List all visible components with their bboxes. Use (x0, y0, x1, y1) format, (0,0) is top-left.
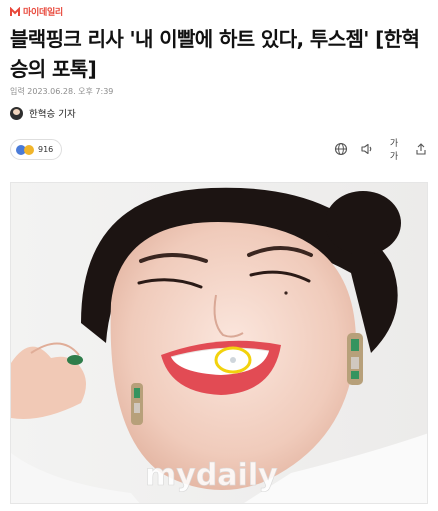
lisa-photo: mydaily (11, 183, 427, 503)
article-photo[interactable]: mydaily (10, 182, 428, 504)
speaker-icon[interactable] (360, 142, 374, 156)
press-logo[interactable]: 마이데일리 (10, 5, 63, 18)
reporter-avatar (10, 106, 23, 120)
font-size-button[interactable]: 가가 (386, 139, 402, 162)
globe-icon[interactable] (334, 142, 348, 156)
share-icon[interactable] (414, 142, 428, 156)
reporter-info[interactable]: 한혁승 기자 (10, 106, 76, 120)
article-toolbar: 가가 (334, 139, 428, 162)
reaction-button[interactable]: 916 (10, 139, 63, 160)
reporter-name: 한혁승 기자 (29, 109, 76, 120)
mydaily-logo-icon (10, 6, 20, 16)
laugh-emoji-icon (24, 144, 34, 155)
reaction-emojis (16, 144, 34, 155)
photo-watermark: mydaily (145, 458, 278, 493)
reaction-count: 916 (38, 145, 54, 154)
article-headline: 블랙핑크 리사 '내 이빨에 하트 있다, 투스젬' [한혁승의 포톡] (10, 27, 420, 81)
press-name: 마이데일리 (23, 8, 63, 18)
article-datetime: 입력 2023.06.28. 오후 7:39 (10, 87, 114, 96)
